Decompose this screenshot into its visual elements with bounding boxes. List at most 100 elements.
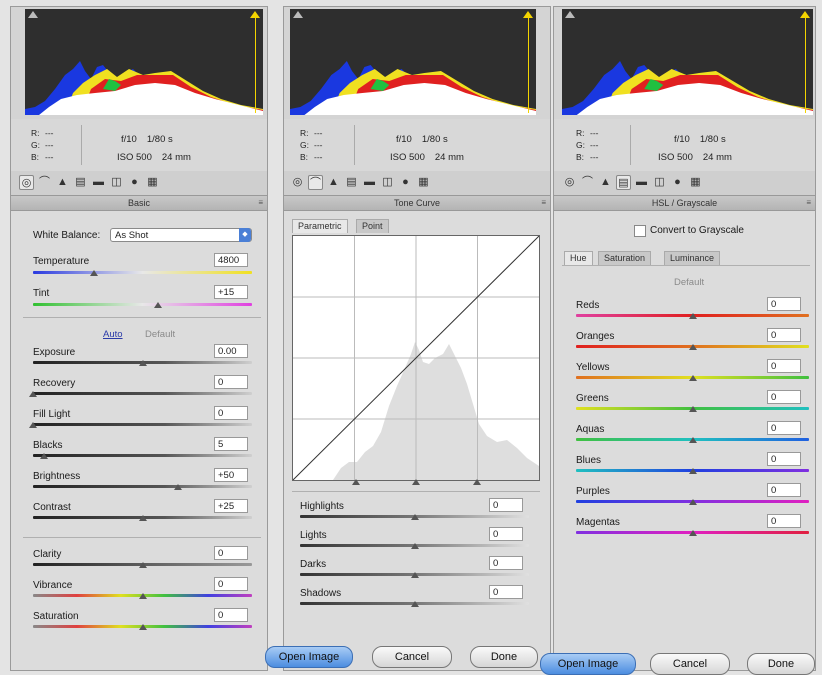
slider-value-field[interactable]: 0 xyxy=(489,498,523,512)
open-image-button-2[interactable]: Open Image xyxy=(540,653,636,675)
split-toning-icon[interactable]: ▬ xyxy=(362,175,377,190)
detail-icon[interactable]: ▲ xyxy=(326,175,341,190)
lens-icon[interactable]: ◫ xyxy=(380,175,395,190)
slider-thumb[interactable] xyxy=(688,468,697,474)
hsl-icon[interactable]: ▤ xyxy=(344,175,359,190)
calibration-icon[interactable]: ▦ xyxy=(416,175,431,190)
tab-luminance[interactable]: Luminance xyxy=(664,251,721,265)
slider-value-field[interactable]: 0 xyxy=(767,297,801,311)
slider-thumb[interactable] xyxy=(410,543,419,549)
slider-track[interactable] xyxy=(33,423,252,426)
basic-icon[interactable]: ◎ xyxy=(290,175,305,190)
slider-value-field[interactable]: 0 xyxy=(767,328,801,342)
detail-icon[interactable]: ▲ xyxy=(598,175,613,190)
cancel-button[interactable]: Cancel xyxy=(372,646,452,668)
tab-saturation[interactable]: Saturation xyxy=(598,251,652,265)
tint-field[interactable]: +15 xyxy=(214,285,248,299)
open-image-button[interactable]: Open Image xyxy=(265,646,353,668)
slider-thumb[interactable] xyxy=(138,360,147,366)
tint-slider[interactable] xyxy=(33,303,252,306)
panel-menu-icon[interactable]: ≡ xyxy=(541,196,546,210)
slider-value-field[interactable]: 5 xyxy=(214,437,248,451)
slider-thumb[interactable] xyxy=(688,499,697,505)
temperature-thumb[interactable] xyxy=(90,270,99,276)
detail-icon[interactable]: ▲ xyxy=(55,175,70,190)
calibration-icon[interactable]: ▦ xyxy=(688,175,703,190)
effects-icon[interactable]: ● xyxy=(398,175,413,190)
split-shadows-handle[interactable] xyxy=(352,479,360,485)
done-button-2[interactable]: Done xyxy=(747,653,815,675)
hsl-icon[interactable]: ▤ xyxy=(73,175,88,190)
slider-value-field[interactable]: 0 xyxy=(214,375,248,389)
slider-value-field[interactable]: 0 xyxy=(767,390,801,404)
done-button[interactable]: Done xyxy=(470,646,538,668)
tone-curve-graph[interactable] xyxy=(292,235,540,481)
shadow-clipping-icon[interactable] xyxy=(293,11,303,18)
slider-value-field[interactable]: 0 xyxy=(489,585,523,599)
slider-value-field[interactable]: 0 xyxy=(489,527,523,541)
slider-thumb[interactable] xyxy=(410,601,419,607)
cancel-button-2[interactable]: Cancel xyxy=(650,653,730,675)
tab-hue[interactable]: Hue xyxy=(564,251,593,265)
slider-value-field[interactable]: 0 xyxy=(489,556,523,570)
white-balance-select[interactable]: As Shot ◆ xyxy=(110,228,252,242)
slider-value-field[interactable]: 0 xyxy=(214,406,248,420)
shadow-clipping-icon[interactable] xyxy=(28,11,38,18)
slider-value-field[interactable]: 0 xyxy=(767,421,801,435)
slider-thumb[interactable] xyxy=(39,453,48,459)
lens-icon[interactable]: ◫ xyxy=(109,175,124,190)
tone-curve-icon[interactable]: ⌒ xyxy=(308,175,323,190)
slider-thumb[interactable] xyxy=(138,624,147,630)
convert-grayscale-checkbox[interactable] xyxy=(634,225,646,237)
slider-value-field[interactable]: 0 xyxy=(214,546,248,560)
effects-icon[interactable]: ● xyxy=(670,175,685,190)
tab-point[interactable]: Point xyxy=(356,219,389,233)
panel-menu-icon[interactable]: ≡ xyxy=(258,196,263,210)
slider-thumb[interactable] xyxy=(138,562,147,568)
slider-value-field[interactable]: +50 xyxy=(214,468,248,482)
slider-track[interactable] xyxy=(33,454,252,457)
slider-value-field[interactable]: 0.00 xyxy=(214,344,248,358)
split-highlights-handle[interactable] xyxy=(473,479,481,485)
slider-track[interactable] xyxy=(33,392,252,395)
slider-thumb[interactable] xyxy=(688,406,697,412)
slider-thumb[interactable] xyxy=(29,391,37,397)
slider-thumb[interactable] xyxy=(138,515,147,521)
default-link[interactable]: Default xyxy=(145,329,175,340)
tone-curve-icon[interactable]: ⌒ xyxy=(580,175,595,190)
split-toning-icon[interactable]: ▬ xyxy=(91,175,106,190)
slider-thumb[interactable] xyxy=(688,530,697,536)
basic-icon[interactable]: ◎ xyxy=(19,175,34,190)
default-link[interactable]: Default xyxy=(674,277,704,288)
slider-value-field[interactable]: 0 xyxy=(214,608,248,622)
slider-thumb[interactable] xyxy=(410,572,419,578)
slider-thumb[interactable] xyxy=(173,484,182,490)
slider-track[interactable] xyxy=(33,485,252,488)
slider-thumb[interactable] xyxy=(688,313,697,319)
slider-thumb[interactable] xyxy=(688,375,697,381)
split-toning-icon[interactable]: ▬ xyxy=(634,175,649,190)
tint-thumb[interactable] xyxy=(153,302,162,308)
split-midtones-handle[interactable] xyxy=(412,479,420,485)
slider-value-field[interactable]: 0 xyxy=(767,483,801,497)
slider-thumb[interactable] xyxy=(688,344,697,350)
calibration-icon[interactable]: ▦ xyxy=(145,175,160,190)
shadow-clipping-icon[interactable] xyxy=(565,11,575,18)
slider-thumb[interactable] xyxy=(688,437,697,443)
tone-curve-icon[interactable]: ⌒ xyxy=(37,175,52,190)
panel-menu-icon[interactable]: ≡ xyxy=(806,196,811,210)
temperature-slider[interactable] xyxy=(33,271,252,274)
slider-value-field[interactable]: 0 xyxy=(767,359,801,373)
hsl-icon[interactable]: ▤ xyxy=(616,175,631,190)
slider-value-field[interactable]: +25 xyxy=(214,499,248,513)
slider-value-field[interactable]: 0 xyxy=(214,577,248,591)
slider-thumb[interactable] xyxy=(29,422,37,428)
lens-icon[interactable]: ◫ xyxy=(652,175,667,190)
temperature-field[interactable]: 4800 xyxy=(214,253,248,267)
slider-value-field[interactable]: 0 xyxy=(767,452,801,466)
effects-icon[interactable]: ● xyxy=(127,175,142,190)
slider-thumb[interactable] xyxy=(410,514,419,520)
tab-parametric[interactable]: Parametric xyxy=(292,219,348,233)
slider-thumb[interactable] xyxy=(138,593,147,599)
auto-link[interactable]: Auto xyxy=(103,329,123,340)
